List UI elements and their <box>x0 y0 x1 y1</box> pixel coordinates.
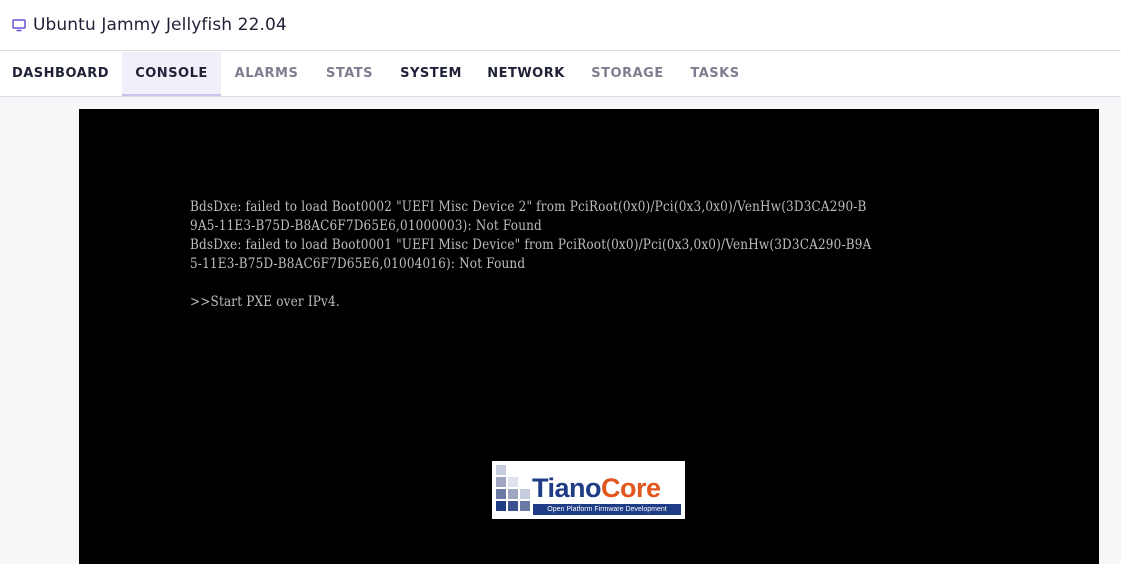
logo-square <box>508 501 518 511</box>
console-line: >>Start PXE over IPv4. <box>190 294 340 310</box>
logo-square <box>520 489 530 499</box>
logo-word-tiano: Tiano <box>532 473 602 503</box>
vm-title: Ubuntu Jammy Jellyfish 22.04 <box>33 15 287 35</box>
logo-square <box>496 501 506 511</box>
title-bar: Ubuntu Jammy Jellyfish 22.04 <box>0 0 1121 51</box>
console-line: 5-11E3-B75D-B8AC6F7D65E6,01004016): Not … <box>190 256 526 272</box>
console-line: 9A5-11E3-B75D-B8AC6F7D65E6,01000003): No… <box>190 218 542 234</box>
tab-system[interactable]: SYSTEM <box>388 52 474 96</box>
logo-tagline: Open Platform Firmware Development <box>533 504 681 515</box>
vm-console-screen[interactable]: BdsDxe: failed to load Boot0002 "UEFI Mi… <box>79 109 1099 564</box>
console-line: BdsDxe: failed to load Boot0002 "UEFI Mi… <box>190 199 867 215</box>
tab-alarms[interactable]: ALARMS <box>222 52 311 96</box>
tab-storage[interactable]: STORAGE <box>578 52 677 96</box>
logo-wordmark: TianoCore <box>532 473 661 503</box>
tab-dashboard[interactable]: DASHBOARD <box>0 52 121 96</box>
tab-console[interactable]: CONSOLE <box>122 52 221 96</box>
console-output: BdsDxe: failed to load Boot0002 "UEFI Mi… <box>190 198 871 312</box>
logo-word-core: Core <box>601 473 661 503</box>
monitor-icon <box>12 18 26 32</box>
tianocore-logo: TianoCore Open Platform Firmware Develop… <box>492 461 685 519</box>
tab-tasks[interactable]: TASKS <box>678 52 752 96</box>
logo-square <box>520 501 530 511</box>
tab-bar: DASHBOARD CONSOLE ALARMS STATS SYSTEM NE… <box>0 52 1121 97</box>
tab-network[interactable]: NETWORK <box>475 52 577 96</box>
logo-square <box>496 489 506 499</box>
console-line: BdsDxe: failed to load Boot0001 "UEFI Mi… <box>190 237 872 253</box>
logo-square <box>496 477 506 487</box>
logo-square <box>508 489 518 499</box>
logo-square <box>496 465 506 475</box>
logo-square <box>508 477 518 487</box>
tab-stats[interactable]: STATS <box>312 52 387 96</box>
